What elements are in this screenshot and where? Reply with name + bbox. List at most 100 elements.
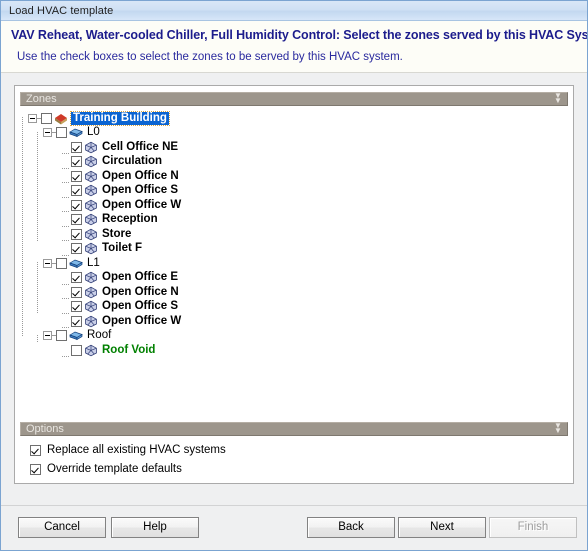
options-group-label: Options bbox=[26, 424, 64, 435]
tree-checkbox[interactable] bbox=[71, 229, 82, 240]
tree-expander-toggle[interactable] bbox=[43, 259, 52, 268]
tree-checkbox[interactable] bbox=[41, 113, 52, 124]
next-button[interactable]: Next bbox=[398, 517, 486, 538]
tree-row[interactable]: Roof bbox=[28, 329, 570, 344]
tree-checkbox[interactable] bbox=[71, 345, 82, 356]
tree-checkbox[interactable] bbox=[71, 301, 82, 312]
option-label: Replace all existing HVAC systems bbox=[47, 444, 226, 456]
cancel-button[interactable]: Cancel bbox=[18, 517, 106, 538]
double-chevron-down-icon[interactable]: ▼▼ bbox=[553, 424, 563, 434]
zone-icon bbox=[84, 213, 98, 226]
panel-frame: Zones ▼▼ Training BuildingL0Cell Office … bbox=[14, 85, 574, 484]
tree-connector bbox=[22, 117, 23, 336]
tree-row[interactable]: Open Office E bbox=[28, 271, 570, 286]
tree-checkbox[interactable] bbox=[56, 258, 67, 269]
tree-row-label: Open Office E bbox=[101, 271, 178, 284]
zone-icon bbox=[84, 286, 98, 299]
zone-icon bbox=[84, 199, 98, 212]
zone-icon bbox=[84, 184, 98, 197]
tree-row[interactable]: Cell Office NE bbox=[28, 140, 570, 155]
zone-icon bbox=[84, 155, 98, 168]
load-hvac-template-dialog: Load HVAC template VAV Reheat, Water-coo… bbox=[0, 0, 588, 551]
tree-row-label: Toilet F bbox=[101, 242, 142, 255]
layer-icon bbox=[69, 329, 83, 342]
tree-row-label: Circulation bbox=[101, 155, 162, 168]
tree-row-label: Roof Void bbox=[101, 344, 155, 357]
building-icon bbox=[54, 112, 68, 125]
window-title: Load HVAC template bbox=[9, 5, 113, 17]
tree-expander-toggle[interactable] bbox=[43, 331, 52, 340]
page-title: VAV Reheat, Water-cooled Chiller, Full H… bbox=[11, 28, 577, 42]
option-row[interactable]: Override template defaults bbox=[30, 461, 570, 477]
option-label: Override template defaults bbox=[47, 463, 182, 475]
tree-row-label: L1 bbox=[86, 257, 100, 270]
tree-checkbox[interactable] bbox=[71, 287, 82, 298]
window-titlebar: Load HVAC template bbox=[1, 1, 587, 21]
tree-checkbox[interactable] bbox=[71, 200, 82, 211]
tree-row[interactable]: L1 bbox=[28, 256, 570, 271]
tree-row[interactable]: Training Building bbox=[28, 111, 570, 126]
tree-row-label: L0 bbox=[86, 126, 100, 139]
tree-checkbox[interactable] bbox=[71, 142, 82, 153]
zones-group-label: Zones bbox=[26, 94, 57, 105]
options-group-header[interactable]: Options ▼▼ bbox=[20, 422, 568, 436]
zone-icon bbox=[84, 271, 98, 284]
zones-group-header[interactable]: Zones ▼▼ bbox=[20, 92, 568, 106]
tree-checkbox[interactable] bbox=[71, 171, 82, 182]
layer-icon bbox=[69, 126, 83, 139]
tree-row[interactable]: Roof Void bbox=[28, 343, 570, 358]
tree-row[interactable]: Open Office W bbox=[28, 314, 570, 329]
tree-row[interactable]: Circulation bbox=[28, 155, 570, 170]
tree-row[interactable]: Open Office W bbox=[28, 198, 570, 213]
tree-checkbox[interactable] bbox=[71, 185, 82, 196]
tree-expander-toggle[interactable] bbox=[28, 114, 37, 123]
zone-icon bbox=[84, 242, 98, 255]
page-instruction: Use the check boxes to select the zones … bbox=[17, 51, 577, 63]
tree-row-label: Reception bbox=[101, 213, 158, 226]
zone-icon bbox=[84, 228, 98, 241]
zone-icon bbox=[84, 315, 98, 328]
double-chevron-down-icon[interactable]: ▼▼ bbox=[553, 94, 563, 104]
tree-row[interactable]: Open Office S bbox=[28, 300, 570, 315]
zone-icon bbox=[84, 300, 98, 313]
help-button[interactable]: Help bbox=[111, 517, 199, 538]
tree-row-label: Store bbox=[101, 228, 131, 241]
tree-row-label: Open Office W bbox=[101, 315, 181, 328]
tree-checkbox[interactable] bbox=[71, 243, 82, 254]
option-row[interactable]: Replace all existing HVAC systems bbox=[30, 442, 570, 458]
zone-icon bbox=[84, 141, 98, 154]
tree-row[interactable]: L0 bbox=[28, 126, 570, 141]
tree-checkbox[interactable] bbox=[71, 316, 82, 327]
tree-row-label: Open Office W bbox=[101, 199, 181, 212]
tree-checkbox[interactable] bbox=[56, 330, 67, 341]
tree-row[interactable]: Store bbox=[28, 227, 570, 242]
tree-row-label: Training Building bbox=[71, 112, 169, 125]
tree-row-label: Open Office S bbox=[101, 300, 178, 313]
option-checkbox[interactable] bbox=[30, 464, 41, 475]
dialog-body: Zones ▼▼ Training BuildingL0Cell Office … bbox=[1, 73, 587, 484]
layer-icon bbox=[69, 257, 83, 270]
tree-row[interactable]: Open Office S bbox=[28, 184, 570, 199]
tree-expander-toggle[interactable] bbox=[43, 128, 52, 137]
zones-tree[interactable]: Training BuildingL0Cell Office NECircula… bbox=[18, 106, 570, 419]
tree-row-label: Open Office S bbox=[101, 184, 178, 197]
tree-row-label: Open Office N bbox=[101, 170, 179, 183]
tree-row-label: Roof bbox=[86, 329, 111, 342]
zone-icon bbox=[84, 170, 98, 183]
tree-checkbox[interactable] bbox=[71, 156, 82, 167]
tree-row[interactable]: Toilet F bbox=[28, 242, 570, 257]
dialog-button-bar: Cancel Help Back Next Finish bbox=[1, 505, 587, 550]
tree-row[interactable]: Open Office N bbox=[28, 285, 570, 300]
zone-icon bbox=[84, 344, 98, 357]
back-button[interactable]: Back bbox=[307, 517, 395, 538]
tree-checkbox[interactable] bbox=[71, 214, 82, 225]
wizard-header: VAV Reheat, Water-cooled Chiller, Full H… bbox=[1, 21, 587, 73]
tree-row[interactable]: Reception bbox=[28, 213, 570, 228]
tree-row-label: Cell Office NE bbox=[101, 141, 178, 154]
tree-checkbox[interactable] bbox=[56, 127, 67, 138]
options-list: Replace all existing HVAC systems Overrid… bbox=[18, 436, 570, 480]
tree-checkbox[interactable] bbox=[71, 272, 82, 283]
tree-row[interactable]: Open Office N bbox=[28, 169, 570, 184]
tree-row-label: Open Office N bbox=[101, 286, 179, 299]
option-checkbox[interactable] bbox=[30, 445, 41, 456]
